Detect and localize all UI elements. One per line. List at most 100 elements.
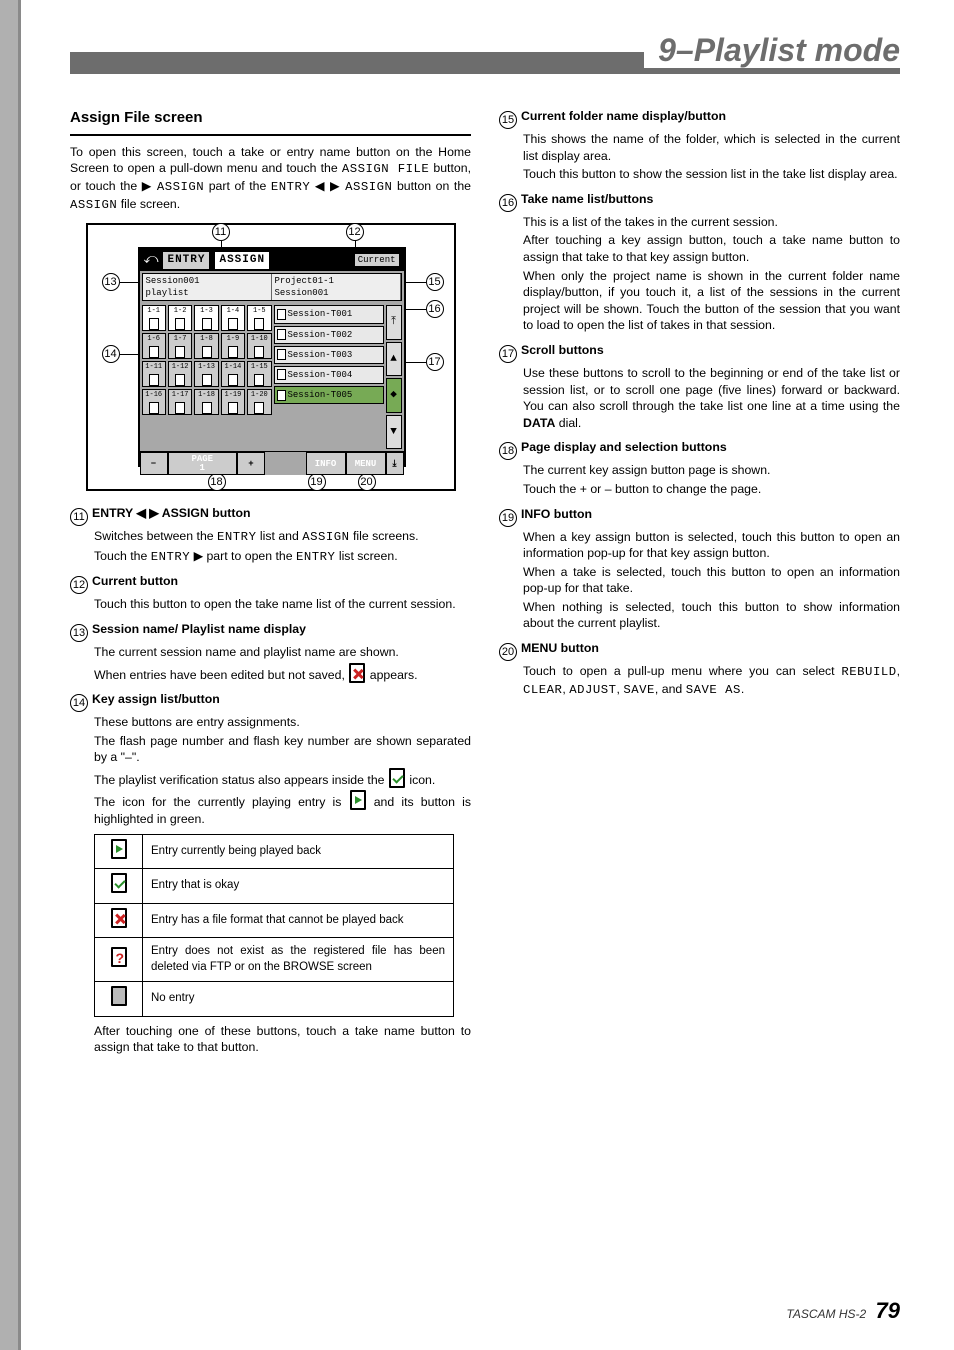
key-assign-button[interactable]: 1-15: [247, 361, 271, 387]
take-button[interactable]: Session-T004: [274, 366, 384, 384]
heading-text: ENTRY ◀ ▶ ASSIGN button: [92, 506, 251, 520]
key-assign-button[interactable]: 1-6: [142, 333, 166, 359]
key-assign-button[interactable]: 1-4: [221, 305, 245, 331]
key-label: 1-2: [174, 307, 187, 316]
item-number: 16: [499, 194, 517, 212]
key-assign-button[interactable]: 1-11: [142, 361, 166, 387]
scroll-down-button[interactable]: ▼: [386, 415, 402, 450]
key-assign-button[interactable]: 1-3: [194, 305, 218, 331]
item-number: 17: [499, 345, 517, 363]
key-assign-button[interactable]: 1-1: [142, 305, 166, 331]
text: The playlist verification status also ap…: [94, 773, 388, 787]
key-assign-button[interactable]: 1-20: [247, 389, 271, 415]
key-label: 1-10: [251, 335, 268, 344]
page-plus-button[interactable]: +: [237, 452, 265, 475]
current-button[interactable]: Current: [354, 253, 400, 267]
left-arrow-icon: ◀: [315, 179, 326, 193]
key-assign-button[interactable]: 1-5: [247, 305, 271, 331]
callout-num: 17: [426, 353, 444, 371]
key-row: 1-11 1-12 1-13 1-14 1-15: [142, 361, 272, 387]
key-label: 1-6: [147, 335, 160, 344]
file-icon: [228, 318, 238, 330]
key-assign-button[interactable]: 1-9: [221, 333, 245, 359]
section-heading: Assign File screen: [70, 108, 471, 128]
file-icon: [175, 374, 185, 386]
text: playlist: [146, 287, 268, 299]
file-icon: [277, 349, 286, 360]
key-assign-button[interactable]: 1-19: [221, 389, 245, 415]
legend-icon-cell: [95, 903, 143, 938]
assign-segment[interactable]: ASSIGN: [214, 251, 270, 270]
key-label: 1-16: [145, 391, 162, 400]
key-label: 1-3: [200, 307, 213, 316]
file-icon: [202, 374, 212, 386]
screenshot-bottom-bar: − PAGE 1 + INFO MENU ⤓: [140, 451, 404, 475]
take-button[interactable]: Session-T002: [274, 326, 384, 344]
spacer: [265, 452, 306, 475]
table-row: No entry: [95, 982, 454, 1017]
key-assign-button[interactable]: 1-12: [168, 361, 192, 387]
callout-18: 18: [208, 473, 230, 491]
column-left: Assign File screen To open this screen, …: [70, 108, 471, 1058]
item-12-heading: 12Current button: [70, 573, 471, 594]
scroll-handle[interactable]: ◆: [386, 378, 402, 413]
screenshot-top-bar: ⤺ ENTRY ASSIGN Current: [140, 249, 404, 271]
text: 1: [200, 464, 205, 473]
file-icon: [254, 346, 264, 358]
key-label: 1-9: [227, 335, 240, 344]
text: list and: [256, 529, 302, 543]
lcd-text: ASSIGN: [70, 198, 117, 212]
callout-num: 12: [346, 223, 364, 241]
key-assign-button[interactable]: 1-17: [168, 389, 192, 415]
item-19-body: When a take is selected, touch this butt…: [523, 564, 900, 597]
legend-icon-cell: [95, 938, 143, 982]
text: appears.: [366, 668, 417, 682]
key-assign-button[interactable]: 1-7: [168, 333, 192, 359]
key-assign-button[interactable]: 1-8: [194, 333, 218, 359]
take-button[interactable]: Session-T001: [274, 305, 384, 323]
legend-icon-cell: [95, 834, 143, 869]
file-icon: [228, 346, 238, 358]
heading-text: Take name list/buttons: [521, 192, 653, 206]
file-unsaved-icon: [349, 663, 365, 683]
take-button[interactable]: Session-T005: [274, 386, 384, 404]
file-icon: [175, 402, 185, 414]
item-15-heading: 15Current folder name display/button: [499, 108, 900, 129]
scroll-end-button[interactable]: ⤓: [386, 452, 404, 475]
back-arrow-icon[interactable]: ⤺: [144, 251, 159, 270]
file-icon: [149, 346, 159, 358]
item-13-body: The current session name and playlist na…: [94, 644, 471, 661]
item-14-body: These buttons are entry assignments.: [94, 714, 471, 731]
key-row: 1-1 1-2 1-3 1-4 1-5: [142, 305, 272, 331]
callout-12: 12: [346, 223, 368, 241]
key-assign-button[interactable]: 1-13: [194, 361, 218, 387]
legend-text: No entry: [143, 982, 454, 1017]
text: Touch the: [94, 549, 151, 563]
entry-segment[interactable]: ENTRY: [162, 251, 210, 270]
product-name: TASCAM HS-2: [786, 1307, 866, 1321]
table-row: Entry has a file format that cannot be p…: [95, 903, 454, 938]
heading-text: Current button: [92, 574, 178, 588]
key-assign-button[interactable]: 1-10: [247, 333, 271, 359]
screenshot-inner: ⤺ ENTRY ASSIGN Current Session001 playli…: [138, 247, 406, 467]
current-folder-button[interactable]: Project01-1 Session001: [272, 274, 401, 300]
info-button[interactable]: INFO: [306, 452, 346, 475]
text: Session001: [146, 275, 268, 287]
item-15-body: This shows the name of the folder, which…: [523, 131, 900, 164]
lcd-text: REBUILD: [841, 665, 896, 679]
item-14-body: The flash page number and flash key numb…: [94, 733, 471, 766]
page-minus-button[interactable]: −: [140, 452, 168, 475]
key-assign-button[interactable]: 1-2: [168, 305, 192, 331]
scroll-top-button[interactable]: ⤒: [386, 305, 402, 340]
key-assign-button[interactable]: 1-18: [194, 389, 218, 415]
take-button[interactable]: Session-T003: [274, 346, 384, 364]
scroll-up-button[interactable]: ▲: [386, 342, 402, 377]
key-assign-button[interactable]: 1-14: [221, 361, 245, 387]
text: dial.: [555, 416, 581, 430]
text: ▶ part to open the: [190, 549, 296, 563]
menu-button[interactable]: MENU: [346, 452, 386, 475]
item-15-body: Touch this button to show the session li…: [523, 166, 900, 183]
key-assign-button[interactable]: 1-16: [142, 389, 166, 415]
callout-num: 18: [208, 473, 226, 491]
right-arrow-icon: ▶: [330, 179, 341, 193]
